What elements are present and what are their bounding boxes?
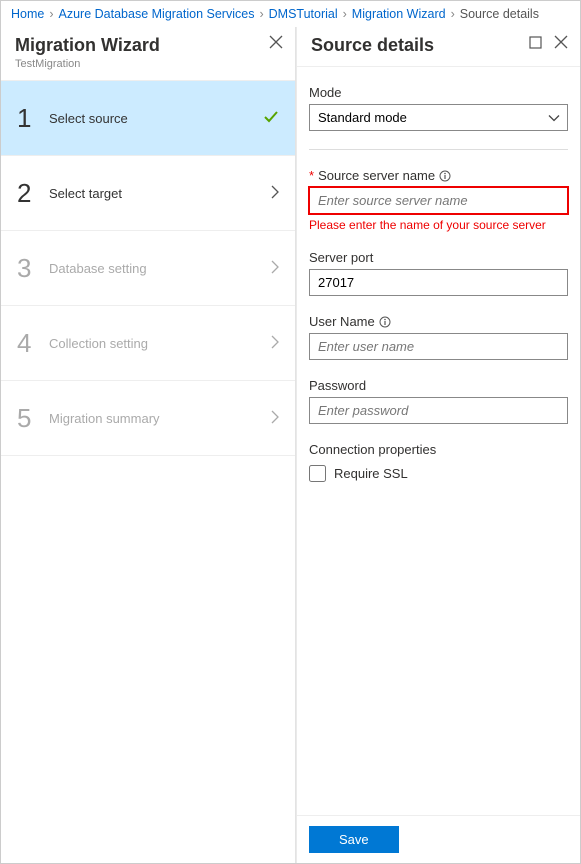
password-label: Password [309, 378, 568, 393]
source-details-title: Source details [311, 35, 434, 56]
close-icon[interactable] [269, 35, 283, 49]
chevron-right-icon: › [49, 7, 53, 21]
step-label: Migration summary [45, 411, 270, 426]
source-details-panel: Source details Mode Standard mode [296, 27, 580, 863]
password-input[interactable] [309, 397, 568, 424]
source-server-label: Source server name [318, 168, 435, 183]
step-label: Select target [45, 186, 270, 201]
step-number: 3 [17, 253, 45, 284]
require-ssl-checkbox[interactable] [309, 465, 326, 482]
server-port-input[interactable] [309, 269, 568, 296]
step-label: Select source [45, 111, 263, 126]
info-icon[interactable] [439, 170, 451, 182]
divider [309, 149, 568, 150]
chevron-right-icon [270, 260, 279, 277]
wizard-panel: Migration Wizard TestMigration 1 Select … [1, 27, 296, 863]
step-select-target[interactable]: 2 Select target [1, 156, 295, 231]
breadcrumb-services[interactable]: Azure Database Migration Services [59, 7, 255, 21]
user-name-label: User Name [309, 314, 375, 329]
step-label: Collection setting [45, 336, 270, 351]
breadcrumb-tutorial[interactable]: DMSTutorial [269, 7, 338, 21]
chevron-right-icon: › [343, 7, 347, 21]
step-migration-summary[interactable]: 5 Migration summary [1, 381, 295, 456]
info-icon[interactable] [379, 316, 391, 328]
step-database-setting[interactable]: 3 Database setting [1, 231, 295, 306]
breadcrumb-wizard[interactable]: Migration Wizard [352, 7, 446, 21]
wizard-title: Migration Wizard [15, 35, 160, 56]
chevron-right-icon [270, 410, 279, 427]
breadcrumb: Home › Azure Database Migration Services… [1, 1, 580, 27]
chevron-right-icon: › [451, 7, 455, 21]
step-number: 2 [17, 178, 45, 209]
require-ssl-label: Require SSL [334, 466, 408, 481]
chevron-right-icon [270, 185, 279, 202]
checkmark-icon [263, 109, 279, 128]
chevron-right-icon [270, 335, 279, 352]
step-select-source[interactable]: 1 Select source [1, 81, 295, 156]
close-icon[interactable] [554, 35, 568, 49]
step-number: 4 [17, 328, 45, 359]
step-number: 1 [17, 103, 45, 134]
wizard-subtitle: TestMigration [15, 58, 160, 70]
server-port-label: Server port [309, 250, 568, 265]
breadcrumb-current: Source details [460, 7, 539, 21]
mode-select[interactable]: Standard mode [309, 104, 568, 131]
step-number: 5 [17, 403, 45, 434]
source-server-input[interactable] [309, 187, 568, 214]
save-button[interactable]: Save [309, 826, 399, 853]
user-name-input[interactable] [309, 333, 568, 360]
mode-label: Mode [309, 85, 568, 100]
required-indicator: * [309, 168, 314, 183]
breadcrumb-home[interactable]: Home [11, 7, 44, 21]
step-label: Database setting [45, 261, 270, 276]
step-collection-setting[interactable]: 4 Collection setting [1, 306, 295, 381]
source-server-error: Please enter the name of your source ser… [309, 218, 568, 232]
connection-properties-label: Connection properties [309, 442, 568, 457]
chevron-right-icon: › [259, 7, 263, 21]
maximize-icon[interactable] [529, 36, 542, 49]
